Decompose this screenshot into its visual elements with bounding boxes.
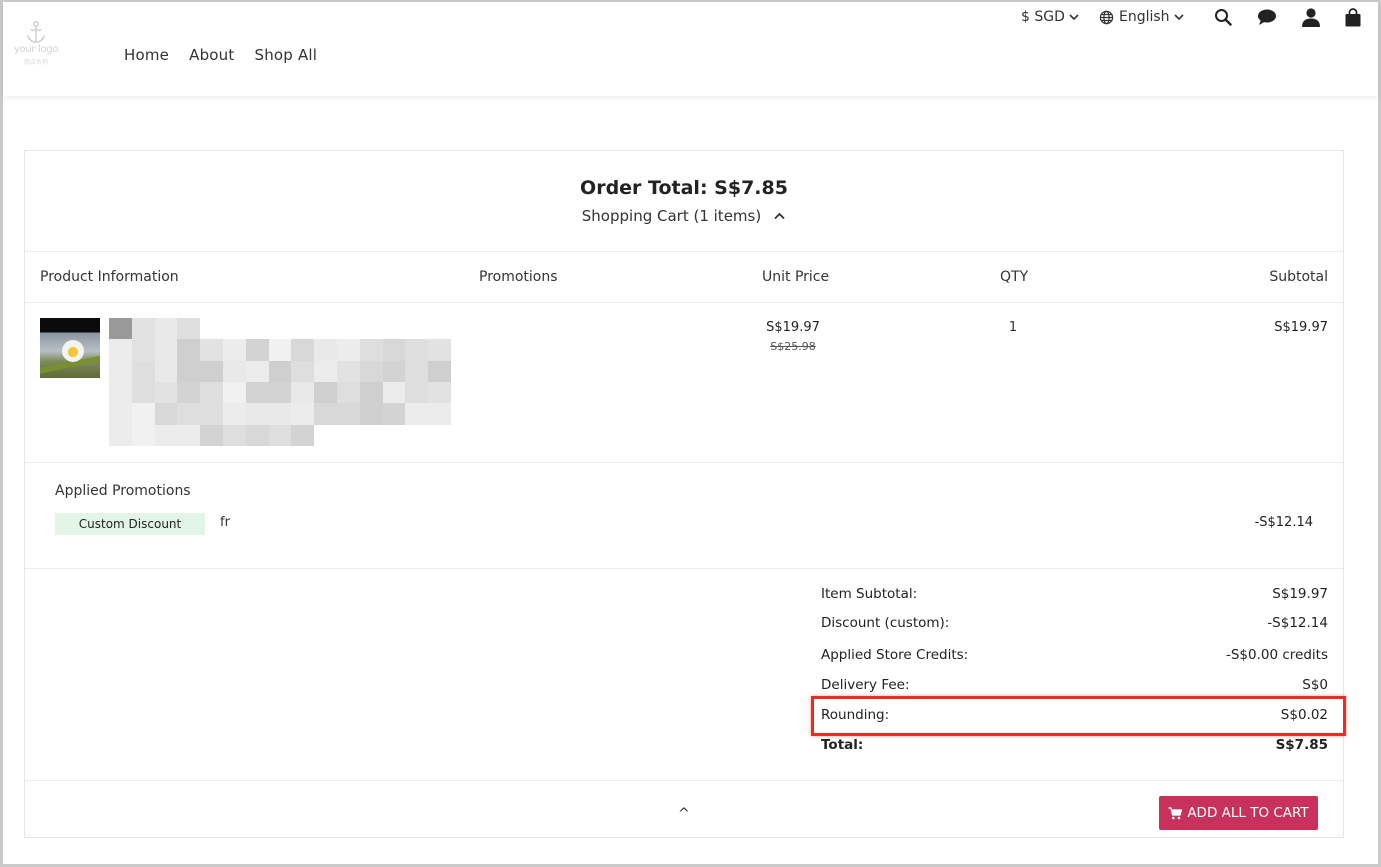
search-icon [1215,9,1232,26]
logo-text: your logo [13,44,59,55]
product-thumbnail[interactable] [40,318,100,378]
nav-about[interactable]: About [189,46,234,64]
summary-total: Total: S$7.85 [821,737,1328,753]
summary-value: S$7.85 [1275,737,1328,753]
divider [25,462,1343,463]
summary-value: -S$12.14 [1267,615,1328,631]
nav-shop-all[interactable]: Shop All [254,46,317,64]
summary-store-credits: Applied Store Credits: -S$0.00 credits [821,647,1328,663]
summary-label: Total: [821,737,864,753]
summary-value: -S$0.00 credits [1225,647,1328,663]
promotion-name: fr [220,515,230,530]
col-subtotal: Subtotal [1269,269,1328,285]
promotion-amount: -S$12.14 [1254,515,1313,530]
divider [25,780,1343,781]
main-nav: Home About Shop All [124,46,317,64]
chat-icon [1258,9,1276,25]
col-promotions: Promotions [479,269,558,285]
col-product: Product Information [40,269,179,285]
chevron-down-icon [1173,14,1184,21]
summary-label: Delivery Fee: [821,677,910,693]
item-qty: 1 [1008,320,1018,335]
add-all-to-cart-label: ADD ALL TO CART [1187,805,1309,821]
site-logo[interactable]: your logo 商店名称 [8,20,64,70]
summary-label: Discount (custom): [821,615,950,631]
currency-label: $ SGD [1021,9,1065,25]
globe-icon [1099,10,1114,24]
summary-value: S$0 [1302,677,1328,693]
item-subtotal: S$19.97 [1274,320,1328,335]
order-total: Order Total: S$7.85 [580,177,788,199]
original-price: S$25.98 [770,340,816,353]
shopping-bag-icon [1345,7,1361,26]
account-button[interactable] [1301,6,1321,28]
rounding-highlight [811,696,1346,736]
cart-card: Order Total: S$7.85 Shopping Cart (1 ite… [24,150,1346,838]
summary-label: Applied Store Credits: [821,647,969,663]
col-unit-price: Unit Price [762,269,830,285]
language-selector[interactable]: English [1099,6,1185,28]
currency-selector[interactable]: $ SGD [1021,6,1080,28]
cart-toggle-label: Shopping Cart (1 items) [581,207,762,225]
chevron-up-icon [774,212,785,220]
chat-button[interactable] [1257,6,1277,28]
anchor-icon [27,20,45,43]
cart-toggle[interactable]: Shopping Cart (1 items) [25,207,1343,225]
applied-promotions-title: Applied Promotions [55,483,191,499]
chevron-down-icon [1069,14,1079,21]
logo-subtext: 商店名称 [23,59,48,66]
add-all-to-cart-button[interactable]: ADD ALL TO CART [1159,796,1318,830]
user-icon [1302,7,1320,27]
product-info-redacted [109,318,451,446]
unit-price: S$19.97 [766,320,820,335]
divider [25,251,1343,252]
summary-label: Item Subtotal: [821,586,918,602]
site-header: your logo 商店名称 Home About Shop All $ SGD [3,2,1378,96]
promotion-badge: Custom Discount [55,513,205,535]
summary-value: S$19.97 [1272,586,1328,602]
collapse-cart-button[interactable]: ^ [678,806,690,822]
divider [25,568,1343,569]
summary-discount: Discount (custom): -S$12.14 [821,615,1328,631]
summary-item-subtotal: Item Subtotal: S$19.97 [821,586,1328,602]
search-button[interactable] [1214,6,1232,28]
cart-icon [1168,806,1183,819]
col-qty: QTY [1000,269,1029,285]
language-label: English [1119,9,1170,25]
divider [25,302,1343,303]
summary-delivery-fee: Delivery Fee: S$0 [821,677,1328,693]
nav-home[interactable]: Home [124,46,169,64]
cart-bag-button[interactable] [1344,6,1362,28]
